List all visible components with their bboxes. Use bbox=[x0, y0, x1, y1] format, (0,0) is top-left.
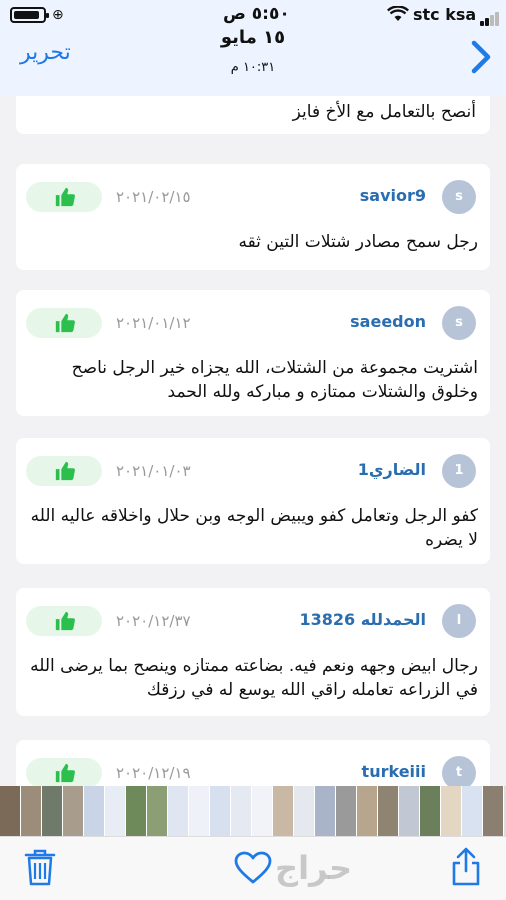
comment-card: ا الحمدلله 13826 ٢٠٢٠/١٢/٣٧ رجال ابيض وج… bbox=[16, 588, 490, 716]
signal-icon bbox=[480, 7, 500, 26]
comment-body: أنصح بالتعامل مع الأخ فايز bbox=[292, 102, 476, 122]
share-icon[interactable] bbox=[450, 847, 482, 887]
photo-thumbnail[interactable] bbox=[126, 786, 147, 836]
heart-icon[interactable] bbox=[234, 851, 272, 885]
edit-button[interactable]: تحرير bbox=[20, 40, 71, 65]
comment-date: ٢٠٢١/٠١/٠٣ bbox=[116, 462, 191, 480]
photo-thumbnail[interactable] bbox=[483, 786, 504, 836]
photo-thumbnail[interactable] bbox=[0, 786, 21, 836]
photo-thumbnail[interactable] bbox=[189, 786, 210, 836]
comment-card: 1 1الضاري ٢٠٢١/٠١/٠٣ كفو الرجل وتعامل كف… bbox=[16, 438, 490, 564]
photo-thumbnail[interactable] bbox=[378, 786, 399, 836]
photo-thumbnail[interactable] bbox=[420, 786, 441, 836]
comment-username[interactable]: 1الضاري bbox=[358, 460, 426, 479]
photo-thumbnail[interactable] bbox=[63, 786, 84, 836]
photo-thumbnail[interactable] bbox=[315, 786, 336, 836]
comment-card: t turkeiii ٢٠٢٠/١٢/١٩ bbox=[16, 740, 490, 786]
photo-thumbnail[interactable] bbox=[21, 786, 42, 836]
watermark-logo: حراج bbox=[275, 849, 352, 887]
header-date: ١٥ مايو bbox=[220, 27, 286, 48]
photo-thumbnail[interactable] bbox=[399, 786, 420, 836]
comment-date: ٢٠٢١/٠١/١٢ bbox=[116, 314, 191, 332]
comment-card: أنصح بالتعامل مع الأخ فايز bbox=[16, 96, 490, 134]
chevron-right-icon[interactable] bbox=[466, 38, 496, 76]
bottom-toolbar: حراج bbox=[0, 836, 506, 900]
thumbs-up-icon bbox=[55, 763, 75, 783]
comment-body: رجل سمح مصادر شتلات التين ثقه bbox=[238, 232, 478, 252]
photo-thumbnail[interactable] bbox=[210, 786, 231, 836]
thumbs-up-icon bbox=[55, 313, 75, 333]
header-time: ١٠:٣١ م bbox=[230, 60, 276, 75]
photo-thumbnail[interactable] bbox=[252, 786, 273, 836]
wifi-icon bbox=[387, 6, 409, 21]
photo-thumbnail[interactable] bbox=[105, 786, 126, 836]
comment-username[interactable]: saeedon bbox=[350, 312, 426, 331]
comment-card: s savior9 ٢٠٢١/٠٢/١٥ رجل سمح مصادر شتلات… bbox=[16, 164, 490, 270]
like-button[interactable] bbox=[26, 758, 102, 786]
carrier-name: stc ksa bbox=[413, 5, 477, 24]
top-bar: ⊕ ٥:٥٠ ص stc ksa ١٥ مايو ١٠:٣١ م تحرير bbox=[0, 0, 506, 96]
thumbs-up-icon bbox=[55, 611, 75, 631]
comment-card: s saeedon ٢٠٢١/٠١/١٢ اشتريت مجموعة من ال… bbox=[16, 290, 490, 416]
comment-date: ٢٠٢٠/١٢/١٩ bbox=[116, 764, 191, 782]
photo-thumbnail[interactable] bbox=[462, 786, 483, 836]
comment-username[interactable]: savior9 bbox=[360, 186, 426, 205]
comment-body: رجال ابيض وجهه ونعم فيه. بضاعته ممتازه و… bbox=[30, 656, 478, 700]
photo-thumbnail[interactable] bbox=[357, 786, 378, 836]
avatar[interactable]: s bbox=[442, 306, 476, 340]
status-time: ٥:٥٠ ص bbox=[223, 4, 290, 24]
battery-icon bbox=[10, 7, 49, 23]
photo-thumbnail[interactable] bbox=[168, 786, 189, 836]
like-button[interactable] bbox=[26, 456, 102, 486]
avatar[interactable]: s bbox=[442, 180, 476, 214]
photo-thumbnail[interactable] bbox=[294, 786, 315, 836]
avatar[interactable]: t bbox=[442, 756, 476, 786]
like-button[interactable] bbox=[26, 308, 102, 338]
comment-body: اشتريت مجموعة من الشتلات، الله يجزاه خير… bbox=[71, 358, 478, 402]
comment-username[interactable]: turkeiii bbox=[362, 762, 426, 781]
photo-thumbnail[interactable] bbox=[441, 786, 462, 836]
photo-thumbnail[interactable] bbox=[231, 786, 252, 836]
trash-icon[interactable] bbox=[24, 849, 56, 887]
thumbs-up-icon bbox=[55, 187, 75, 207]
like-button[interactable] bbox=[26, 606, 102, 636]
photo-thumbnail-strip[interactable] bbox=[0, 786, 506, 836]
comments-list[interactable]: أنصح بالتعامل مع الأخ فايز s savior9 ٢٠٢… bbox=[0, 96, 506, 786]
photo-thumbnail[interactable] bbox=[42, 786, 63, 836]
avatar[interactable]: ا bbox=[442, 604, 476, 638]
thumbs-up-icon bbox=[55, 461, 75, 481]
photo-thumbnail[interactable] bbox=[147, 786, 168, 836]
comment-date: ٢٠٢٠/١٢/٣٧ bbox=[116, 612, 191, 630]
comment-date: ٢٠٢١/٠٢/١٥ bbox=[116, 188, 191, 206]
status-bar: ⊕ ٥:٥٠ ص stc ksa bbox=[0, 0, 506, 30]
avatar[interactable]: 1 bbox=[442, 454, 476, 488]
comment-body: كفو الرجل وتعامل كفو ويبيض الوجه وبن حلا… bbox=[30, 506, 478, 550]
photo-thumbnail[interactable] bbox=[84, 786, 105, 836]
photo-thumbnail[interactable] bbox=[336, 786, 357, 836]
orientation-lock-icon: ⊕ bbox=[52, 7, 64, 23]
comment-username[interactable]: الحمدلله 13826 bbox=[300, 610, 426, 629]
photo-thumbnail[interactable] bbox=[273, 786, 294, 836]
like-button[interactable] bbox=[26, 182, 102, 212]
